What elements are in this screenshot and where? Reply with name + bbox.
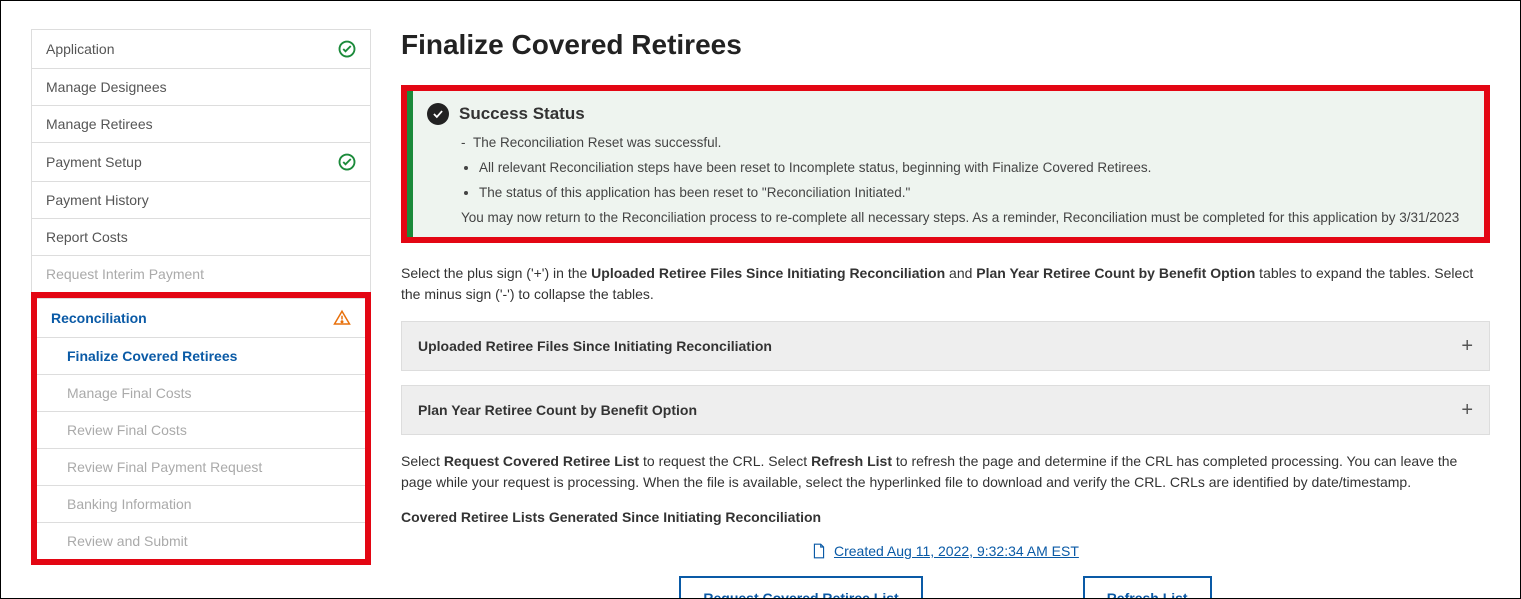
success-title: Success Status — [459, 104, 585, 124]
nav-label: Application — [46, 41, 115, 57]
accordion-title: Uploaded Retiree Files Since Initiating … — [418, 338, 772, 354]
nav-report-costs[interactable]: Report Costs — [32, 219, 370, 256]
warning-triangle-icon — [333, 309, 351, 327]
nav-label: Manage Final Costs — [67, 385, 192, 401]
success-bullet-list: All relevant Reconciliation steps have b… — [461, 160, 1466, 200]
subnav-review-and-submit: Review and Submit — [37, 523, 365, 559]
nav-label: Manage Designees — [46, 79, 167, 95]
check-circle-icon — [338, 40, 356, 58]
nav-application[interactable]: Application — [32, 30, 370, 69]
nav-label: Request Interim Payment — [46, 266, 204, 282]
nav-label: Payment History — [46, 192, 149, 208]
accordion-title: Plan Year Retiree Count by Benefit Optio… — [418, 402, 697, 418]
instruction-text-2: Select Request Covered Retiree List to r… — [401, 451, 1490, 493]
accordion-uploaded-retiree-files[interactable]: Uploaded Retiree Files Since Initiating … — [401, 321, 1490, 371]
nav-label: Banking Information — [67, 496, 192, 512]
nav-reconciliation[interactable]: Reconciliation — [37, 299, 365, 338]
app-frame: Application Manage Designees Manage Reti… — [0, 0, 1521, 599]
success-dash-line: - The Reconciliation Reset was successfu… — [461, 135, 1466, 150]
nav-label: Finalize Covered Retirees — [67, 348, 237, 364]
plus-icon: + — [1461, 400, 1473, 420]
nav-manage-retirees[interactable]: Manage Retirees — [32, 106, 370, 143]
success-bullet: All relevant Reconciliation steps have b… — [479, 160, 1466, 175]
success-bullet: The status of this application has been … — [479, 185, 1466, 200]
main-content: Finalize Covered Retirees Success Status… — [381, 1, 1520, 598]
subnav-banking-information: Banking Information — [37, 486, 365, 523]
nav-label: Payment Setup — [46, 154, 142, 170]
nav-payment-setup[interactable]: Payment Setup — [32, 143, 370, 182]
accordion-plan-year-retiree-count[interactable]: Plan Year Retiree Count by Benefit Optio… — [401, 385, 1490, 435]
nav-label: Review and Submit — [67, 533, 188, 549]
sidebar: Application Manage Designees Manage Reti… — [1, 1, 381, 598]
file-icon — [812, 543, 826, 562]
check-circle-solid-icon — [427, 103, 449, 125]
success-body: - The Reconciliation Reset was successfu… — [427, 135, 1466, 225]
nav-list: Application Manage Designees Manage Reti… — [31, 29, 371, 292]
success-alert: Success Status - The Reconciliation Rese… — [407, 91, 1484, 237]
reconciliation-nav: Reconciliation Finalize Covered Retirees… — [37, 298, 365, 559]
subnav-finalize-covered-retirees[interactable]: Finalize Covered Retirees — [37, 338, 365, 375]
subnav-review-final-costs: Review Final Costs — [37, 412, 365, 449]
subnav-review-final-payment-request: Review Final Payment Request — [37, 449, 365, 486]
subnav-manage-final-costs: Manage Final Costs — [37, 375, 365, 412]
nav-request-interim-payment: Request Interim Payment — [32, 256, 370, 292]
check-circle-icon — [338, 153, 356, 171]
nav-manage-designees[interactable]: Manage Designees — [32, 69, 370, 106]
crl-section-header: Covered Retiree Lists Generated Since In… — [401, 509, 1490, 525]
nav-label: Report Costs — [46, 229, 128, 245]
instruction-text-1: Select the plus sign ('+') in the Upload… — [401, 263, 1490, 305]
success-header: Success Status — [427, 103, 1466, 125]
refresh-list-button[interactable]: Refresh List — [1083, 576, 1212, 598]
crl-file-link[interactable]: Created Aug 11, 2022, 9:32:34 AM EST — [834, 543, 1079, 559]
nav-label: Review Final Payment Request — [67, 459, 262, 475]
request-covered-retiree-list-button[interactable]: Request Covered Retiree List — [679, 576, 922, 598]
button-row: Request Covered Retiree List Refresh Lis… — [401, 576, 1490, 598]
nav-label: Reconciliation — [51, 310, 147, 326]
nav-label: Manage Retirees — [46, 116, 153, 132]
plus-icon: + — [1461, 336, 1473, 356]
nav-payment-history[interactable]: Payment History — [32, 182, 370, 219]
page-title: Finalize Covered Retirees — [401, 29, 1490, 61]
nav-label: Review Final Costs — [67, 422, 187, 438]
reconciliation-highlight: Reconciliation Finalize Covered Retirees… — [31, 292, 371, 565]
success-alert-highlight: Success Status - The Reconciliation Rese… — [401, 85, 1490, 243]
file-link-row: Created Aug 11, 2022, 9:32:34 AM EST — [401, 543, 1490, 562]
success-bottom-text: You may now return to the Reconciliation… — [461, 210, 1466, 225]
